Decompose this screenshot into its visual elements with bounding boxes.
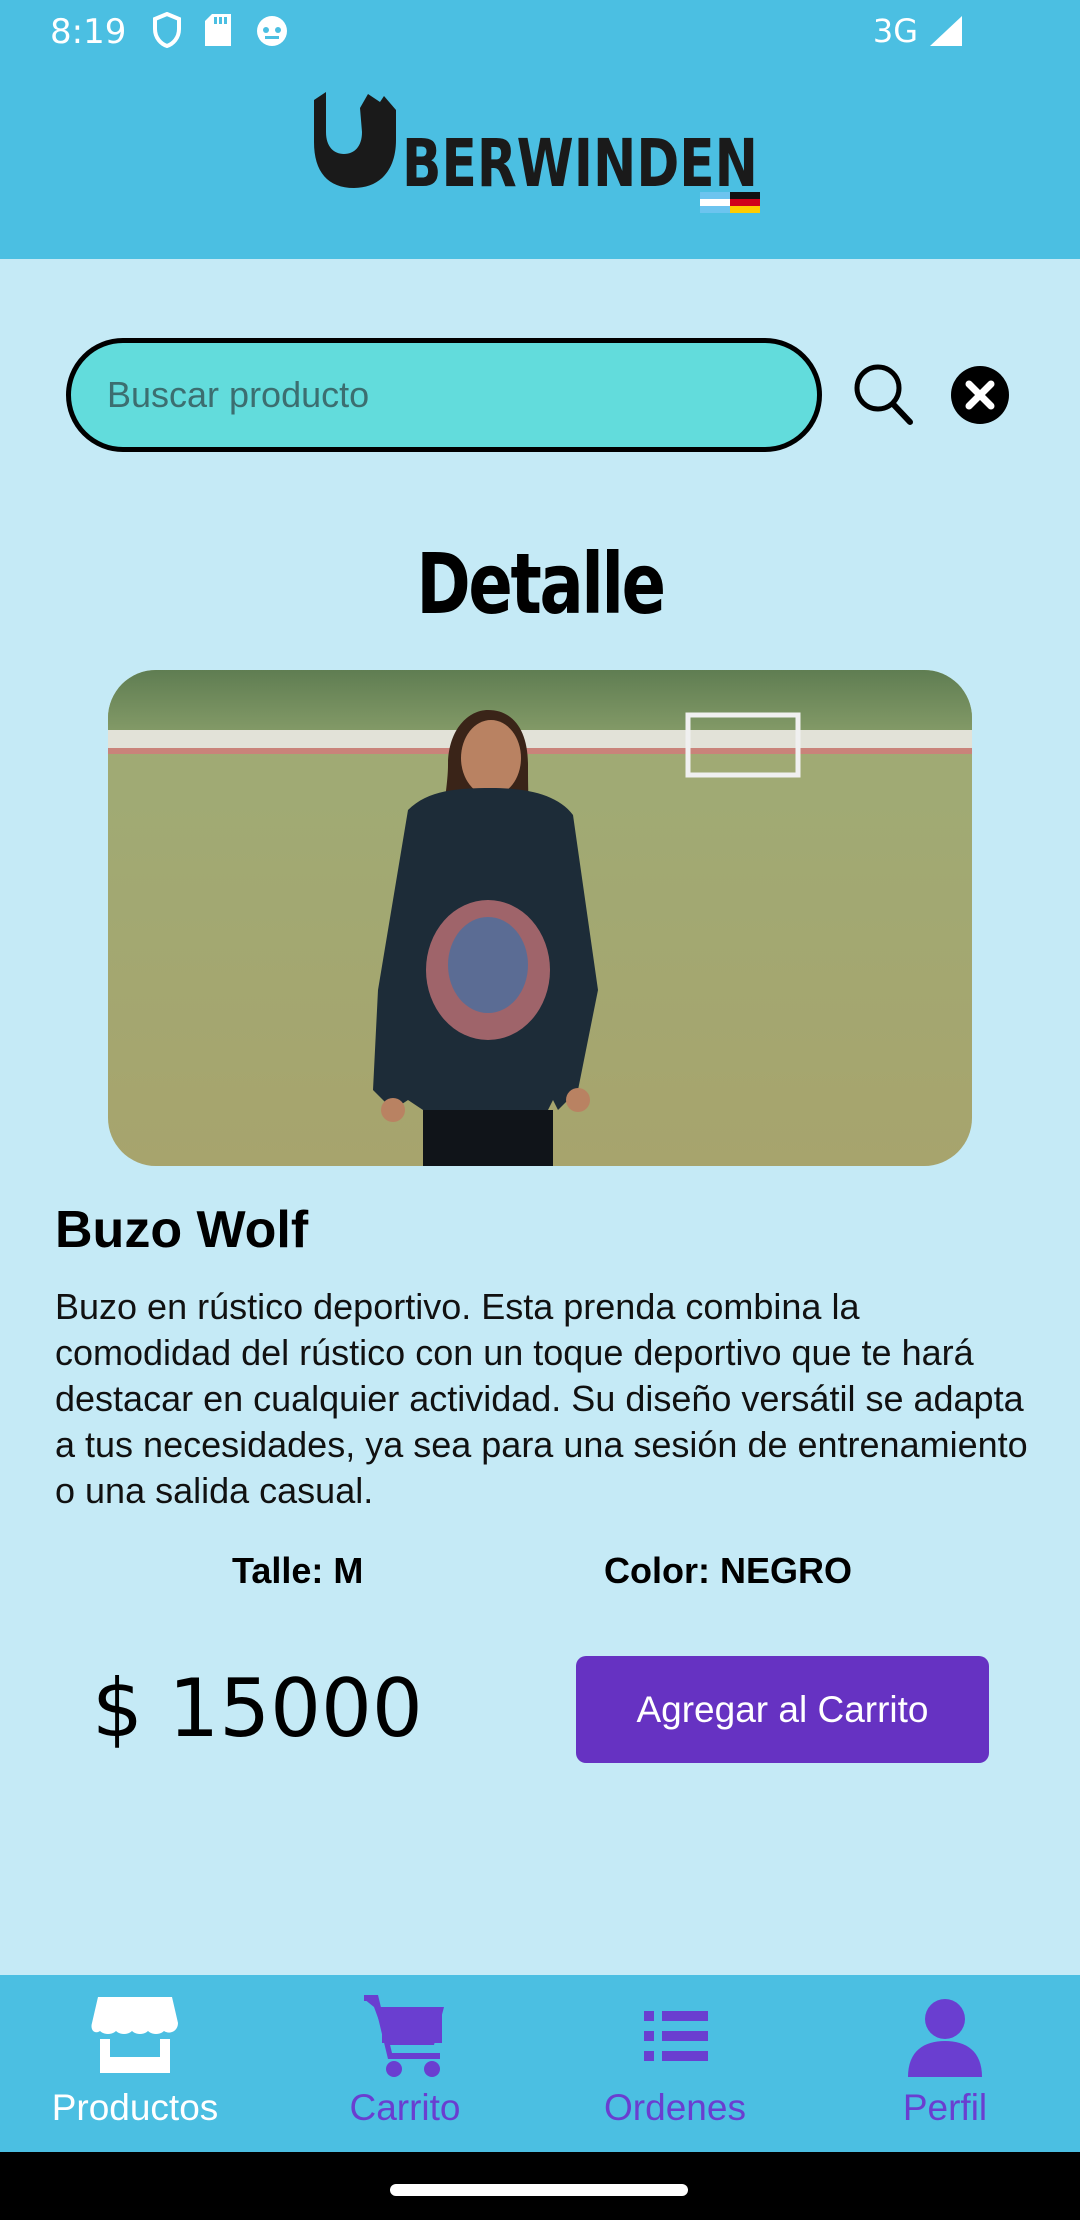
page-title: Detalle <box>416 535 666 633</box>
nav-item-ordenes[interactable]: Ordenes <box>540 1975 810 2152</box>
product-price: $ 15000 <box>92 1662 423 1755</box>
nav-label-ordenes: Ordenes <box>604 2087 746 2128</box>
robot-face-icon <box>257 16 287 46</box>
product-color: Color: NEGRO <box>604 1550 852 1591</box>
wolf-u-logo-icon: BERWINDEN <box>314 92 760 213</box>
flags-icon <box>700 192 760 213</box>
nav-label-perfil: Perfil <box>902 2087 988 2128</box>
nav-item-productos[interactable]: Productos <box>0 1975 270 2152</box>
cart-icon <box>364 1995 444 2077</box>
product-image <box>108 670 972 1166</box>
network-type: 3G <box>872 12 918 50</box>
product-name: Buzo Wolf <box>55 1201 309 1259</box>
nav-item-perfil[interactable]: Perfil <box>810 1975 1080 2152</box>
bottom-nav: Productos Carrito Ordenes Perfil <box>0 1975 1080 2152</box>
status-bar: 8:19 3G <box>0 0 1080 64</box>
search-icon[interactable] <box>852 362 914 426</box>
nav-item-carrito[interactable]: Carrito <box>270 1975 540 2152</box>
product-description: Buzo en rústico deportivo. Esta prenda c… <box>55 1286 1028 1511</box>
status-notification-icons <box>152 12 290 48</box>
user-icon <box>908 1999 982 2077</box>
store-icon <box>91 1997 178 2073</box>
status-system-icons: 3G <box>873 12 964 50</box>
app-header: BERWINDEN <box>0 64 1080 259</box>
home-gesture-handle[interactable] <box>390 2184 688 2196</box>
shield-icon <box>153 12 181 48</box>
nav-label-carrito: Carrito <box>349 2087 461 2128</box>
sd-card-icon <box>205 14 231 46</box>
product-size: Talle: M <box>232 1550 364 1591</box>
signal-icon <box>930 16 962 46</box>
logo-text: BERWINDEN <box>402 125 758 202</box>
search-field[interactable] <box>66 338 822 452</box>
list-icon <box>644 2011 708 2061</box>
add-to-cart-button[interactable]: Agregar al Carrito <box>576 1656 989 1763</box>
status-time: 8:19 <box>50 12 127 52</box>
nav-label-productos: Productos <box>51 2087 219 2128</box>
search-input[interactable] <box>71 343 817 447</box>
close-circle-icon[interactable] <box>950 365 1010 425</box>
